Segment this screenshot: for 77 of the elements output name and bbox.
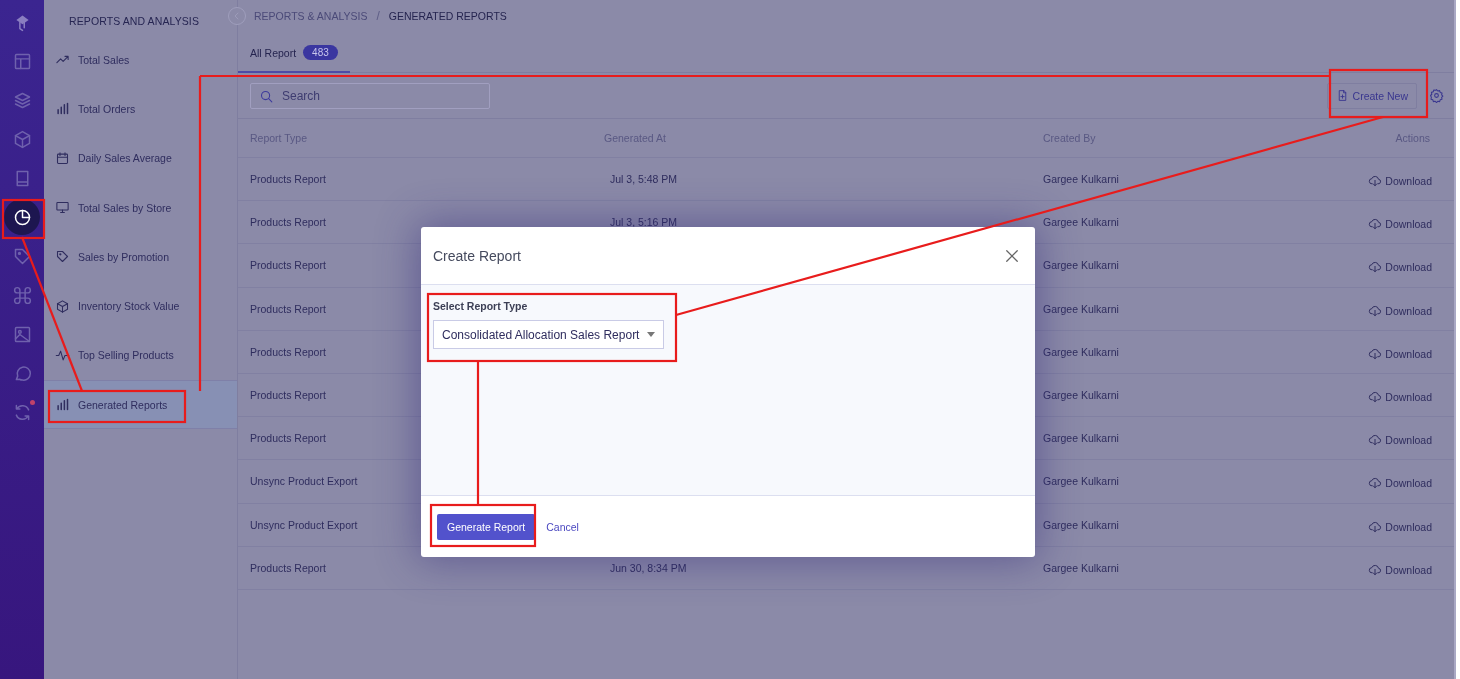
cloud-download-icon <box>1368 433 1383 448</box>
download-link[interactable]: Download <box>1368 217 1432 232</box>
table-cell-text: Gargee Kulkarni <box>1043 389 1120 402</box>
table-cell: Unsync Product Export <box>250 475 358 488</box>
command-key-icon <box>11 284 33 306</box>
sidebar-item[interactable]: Total Sales <box>44 35 237 85</box>
sidebar-item[interactable]: Sales by Promotion <box>44 232 237 282</box>
bar-chart-icon <box>55 397 70 413</box>
field-label: Select Report Type <box>433 300 529 312</box>
count-badge: 483 <box>303 45 338 60</box>
breadcrumb-current: GENERATED REPORTS <box>388 10 507 22</box>
sidebar-item[interactable]: Generated Reports <box>44 380 237 430</box>
table-cell-text: Gargee Kulkarni <box>1043 432 1120 445</box>
table-cell: Products Report <box>250 432 326 445</box>
cube-icon <box>55 298 70 314</box>
tab[interactable]: All Report 483 <box>238 34 350 73</box>
table-cell: Products Report <box>250 561 326 574</box>
cloud-download-icon <box>1368 562 1383 577</box>
table-cell: Products Report <box>250 389 326 402</box>
download-link[interactable]: Download <box>1368 303 1432 318</box>
table-cell: Products Report <box>250 216 326 229</box>
sidebar-item[interactable]: Total Orders <box>44 84 237 134</box>
table-cell-text: Gargee Kulkarni <box>1043 475 1120 488</box>
download-link[interactable]: Download <box>1368 476 1432 491</box>
download-link[interactable]: Download <box>1368 260 1432 275</box>
cancel-link[interactable]: Cancel <box>546 520 579 533</box>
cloud-download-icon <box>1368 390 1383 405</box>
table-cell-text: Gargee Kulkarni <box>1043 259 1120 272</box>
settings-icon[interactable] <box>1429 88 1444 103</box>
table-cell-text: Gargee Kulkarni <box>1043 173 1120 186</box>
nav-rail-item[interactable] <box>4 199 40 235</box>
cloud-download-icon <box>1368 519 1383 534</box>
report-type-dropdown[interactable]: Consolidated Allocation Sales Report <box>433 320 664 349</box>
table-cell: Products Report <box>250 173 326 186</box>
breadcrumb-separator: / <box>376 9 380 23</box>
table-cell-text: Jul 3, 5:48 PM <box>609 173 679 186</box>
generate-report-button[interactable]: Generate Report <box>437 513 536 540</box>
search-icon <box>259 88 274 104</box>
cloud-download-icon <box>1368 303 1383 318</box>
download-link[interactable]: Download <box>1368 390 1432 405</box>
pulse-line-icon <box>55 347 70 363</box>
cloud-download-icon <box>1368 346 1383 361</box>
table-cell-text: Jul 3, 5:16 PM <box>609 216 679 229</box>
modal-title: Create Report <box>433 247 521 264</box>
table-cell-text: Gargee Kulkarni <box>1043 345 1120 358</box>
create-new-button[interactable]: Create New <box>1326 82 1417 109</box>
download-link[interactable]: Download <box>1368 433 1432 448</box>
table-cell-text: Gargee Kulkarni <box>1043 561 1120 574</box>
sidebar-item[interactable]: Daily Sales Average <box>44 133 237 183</box>
table-cell: Products Report <box>250 345 326 358</box>
table-cell: Unsync Product Export <box>250 518 358 531</box>
download-link[interactable]: Download <box>1368 519 1432 534</box>
calendar-icon <box>55 150 70 166</box>
table-cell: Products Report <box>250 302 326 315</box>
breadcrumb-link[interactable]: REPORTS & ANALYSIS <box>254 10 368 22</box>
download-link[interactable]: Download <box>1368 346 1432 361</box>
download-link[interactable]: Download <box>1368 562 1432 577</box>
monitor-icon <box>55 200 70 216</box>
tag-icon <box>55 249 70 265</box>
cloud-download-icon <box>1368 174 1383 189</box>
notification-dot <box>30 400 35 405</box>
table-cell-text: Gargee Kulkarni <box>1043 518 1120 531</box>
bar-chart-icon <box>55 101 70 117</box>
sidebar-item[interactable]: Inventory Stock Value <box>44 281 237 331</box>
highlight-frame <box>1 198 46 240</box>
cloud-download-icon <box>1368 260 1383 275</box>
search-field[interactable]: Search <box>250 82 490 109</box>
sidebar-item[interactable]: Top Selling Products <box>44 330 237 381</box>
table-cell-text: Jun 30, 8:34 PM <box>609 561 688 574</box>
table-cell-text: Gargee Kulkarni <box>1043 216 1120 229</box>
table-cell: Products Report <box>250 259 326 272</box>
cloud-download-icon <box>1368 476 1383 491</box>
table-cell-text: Gargee Kulkarni <box>1043 302 1120 315</box>
download-link[interactable]: Download <box>1368 174 1432 189</box>
sidebar-title: REPORTS AND ANALYSIS <box>68 14 200 29</box>
cloud-download-icon <box>1368 217 1383 232</box>
sidebar-item[interactable]: Total Sales by Store <box>44 182 237 233</box>
